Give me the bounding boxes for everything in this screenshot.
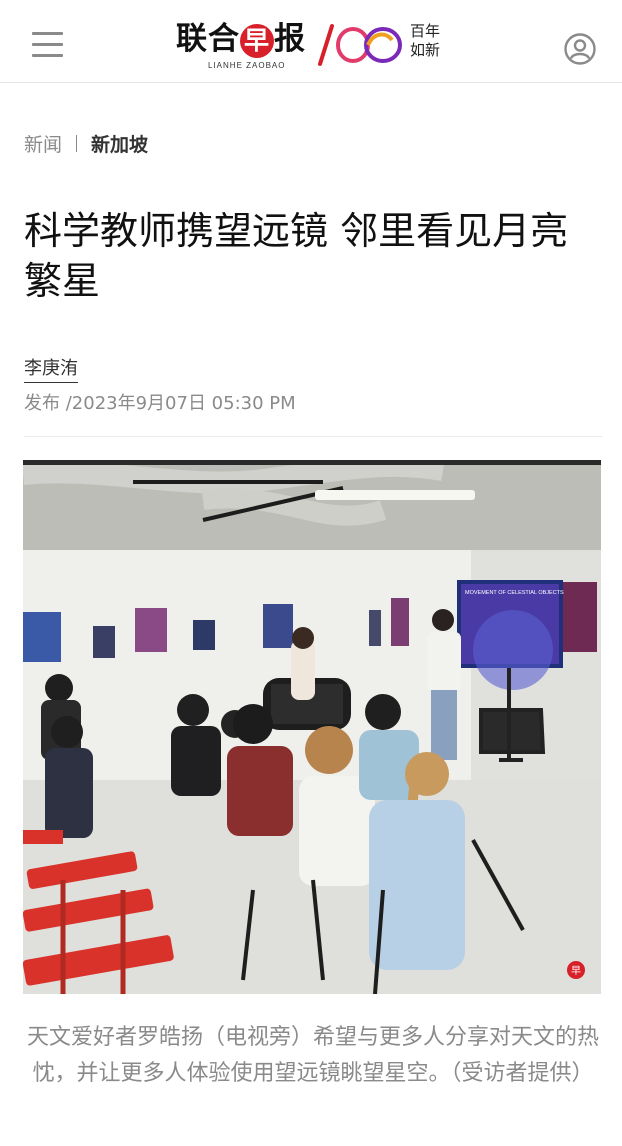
photo-caption: 天文爱好者罗皓扬（电视旁）希望与更多人分享对天文的热忱，并让更多人体验使用望远镜… <box>26 1025 599 1086</box>
logo-subtitle: LIANHE ZAOBAO <box>208 61 286 70</box>
photo-watermark: 早 <box>571 965 581 977</box>
breadcrumb-separator <box>76 135 78 152</box>
divider <box>24 436 602 437</box>
breadcrumb-news[interactable]: 新闻 <box>24 134 62 156</box>
article-photo[interactable]: MOVEMENT OF CELESTIAL OBJECTS 早 <box>23 460 601 994</box>
site-logo[interactable]: 联合早报 LIANHE ZAOBAO 百年 如新 <box>172 18 444 74</box>
user-profile-icon[interactable] <box>563 32 597 66</box>
breadcrumb: 新闻 新加坡 <box>24 131 148 159</box>
logo-red-character: 早 <box>240 24 274 58</box>
article-title: 科学教师携望远镜 邻里看见月亮繁星 <box>24 209 569 303</box>
author-link[interactable]: 李庚洧 <box>24 356 78 383</box>
publish-date: 发布 /2023年9月07日 05:30 PM <box>24 393 296 414</box>
tv-screen-text: MOVEMENT OF CELESTIAL OBJECTS <box>465 590 564 596</box>
logo-wordmark: 联合早报 <box>176 21 306 58</box>
hamburger-menu-icon[interactable] <box>32 32 64 58</box>
logo-tagline: 百年 如新 <box>410 22 441 59</box>
breadcrumb-singapore[interactable]: 新加坡 <box>91 134 148 156</box>
top-bar: 联合早报 LIANHE ZAOBAO 百年 如新 <box>0 0 622 83</box>
anniversary-100-emblem <box>318 24 402 66</box>
classroom-photo-illustration: MOVEMENT OF CELESTIAL OBJECTS 早 <box>23 460 601 994</box>
